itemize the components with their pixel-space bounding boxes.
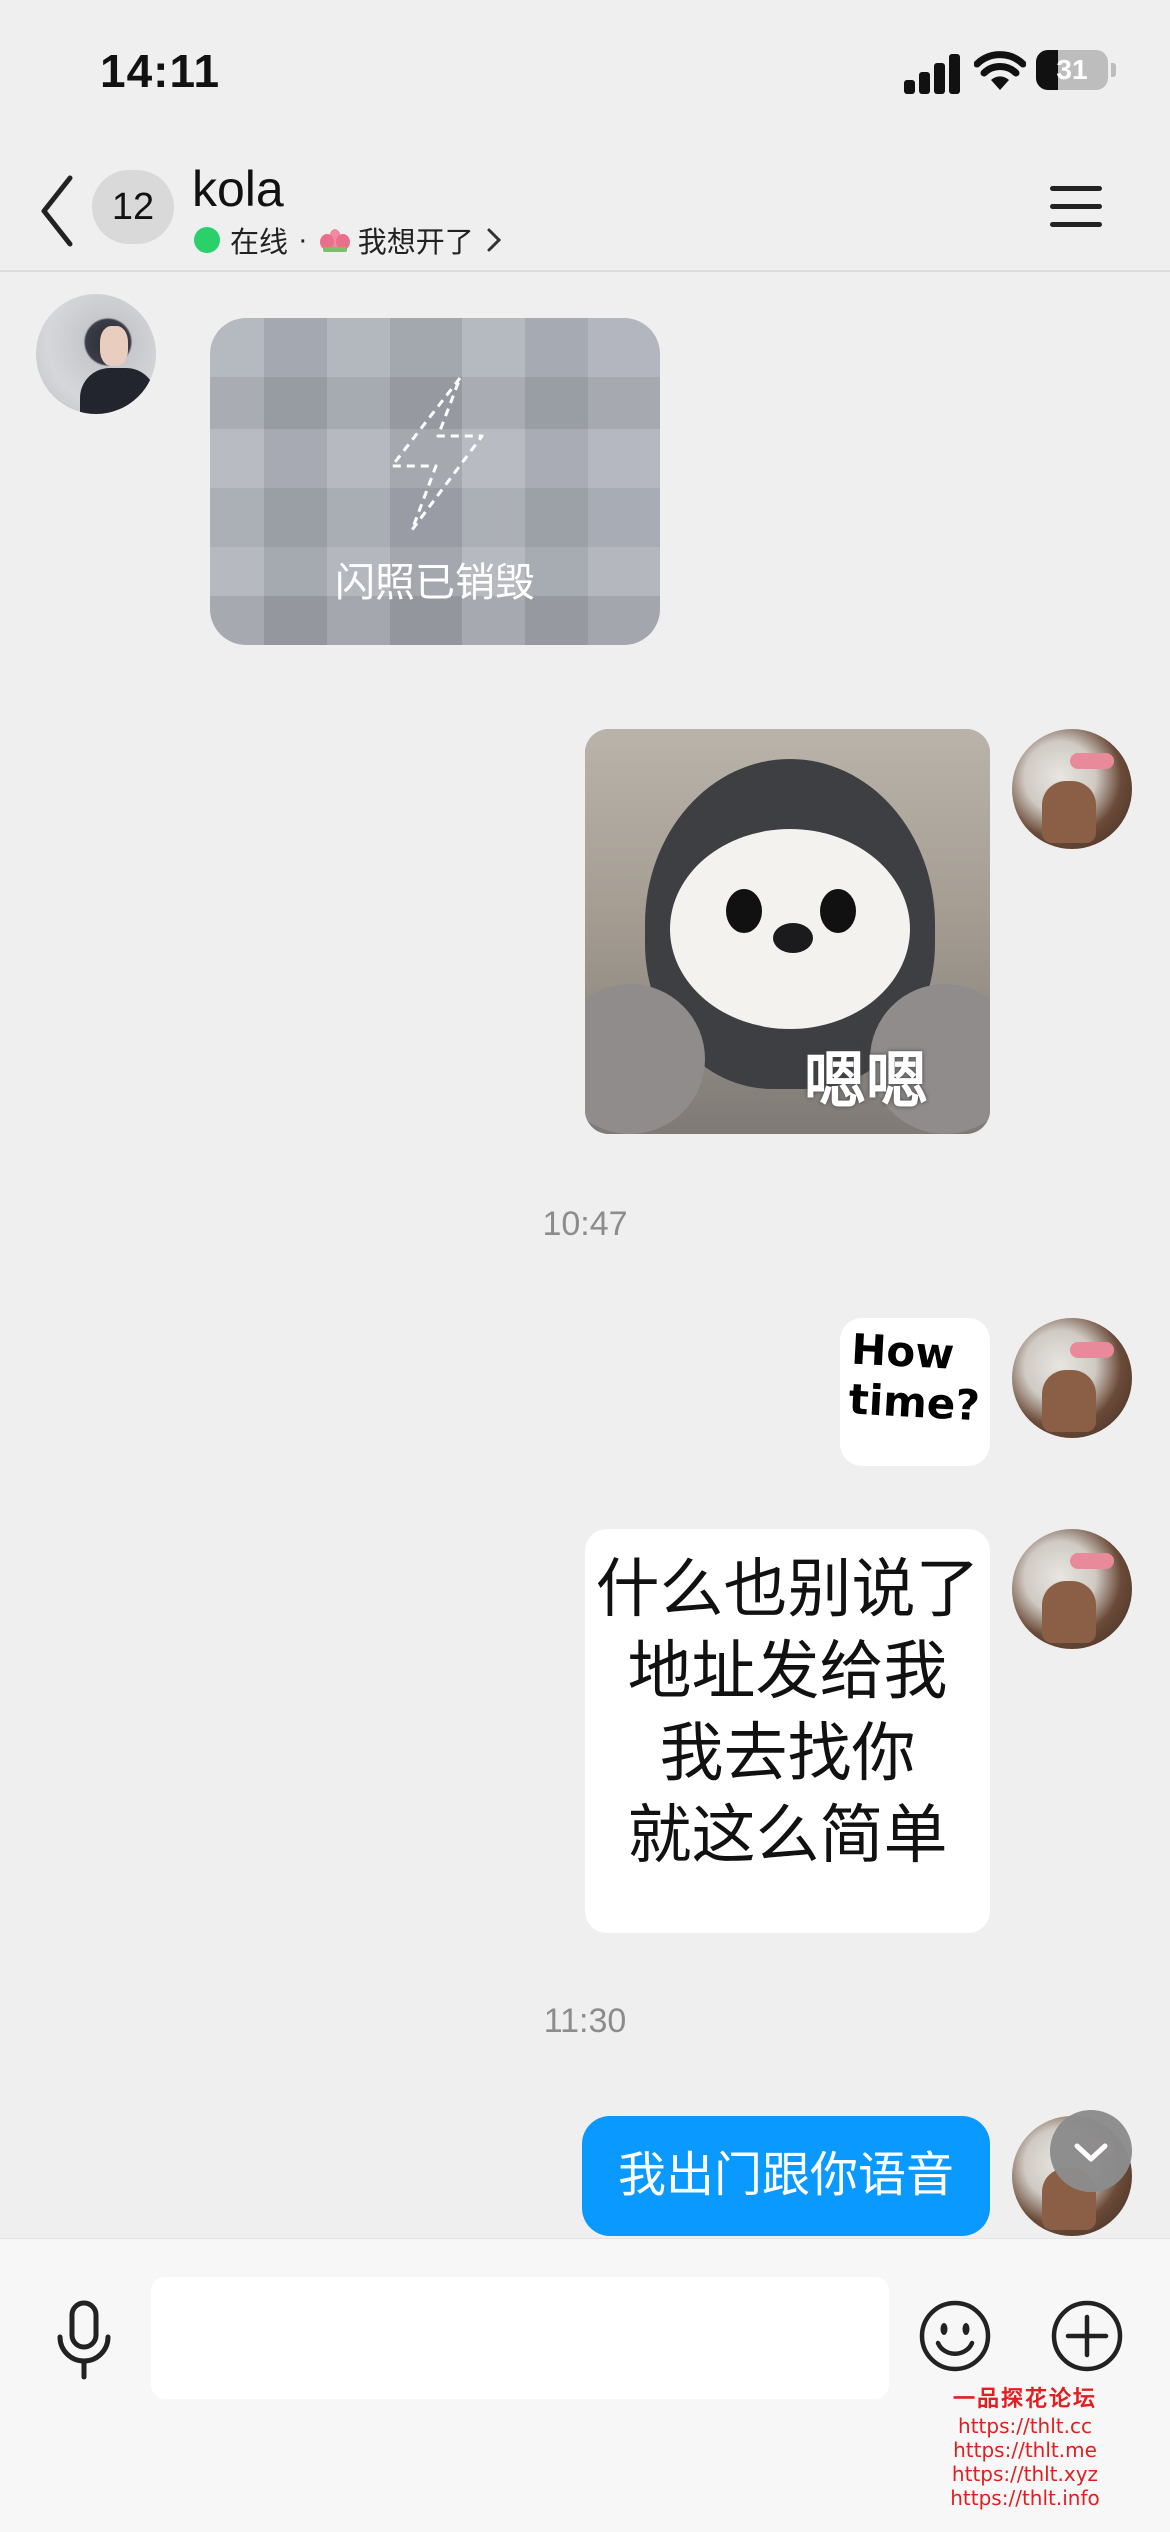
- battery-icon: 31: [1036, 50, 1116, 90]
- chevron-left-icon[interactable]: [36, 168, 88, 254]
- flash-photo-message[interactable]: 闪照已销毁: [210, 318, 660, 645]
- text-message-bubble[interactable]: 我出门跟你语音: [582, 2116, 990, 2236]
- contact-avatar[interactable]: [36, 294, 156, 414]
- penguin-sticker-message[interactable]: 嗯嗯: [585, 729, 990, 1134]
- chevron-down-icon[interactable]: [1050, 2110, 1132, 2192]
- contact-name[interactable]: kola: [192, 160, 284, 218]
- smiley-icon[interactable]: [918, 2299, 992, 2373]
- message-timestamp: 10:47: [542, 1205, 628, 1243]
- cellular-signal-icon: [904, 54, 960, 94]
- sticker-text-line: 什么也别说了: [595, 1553, 980, 1627]
- flash-photo-label: 闪照已销毁: [335, 561, 535, 605]
- online-text: 在线: [230, 227, 289, 259]
- sticker-text-line: time?: [847, 1374, 982, 1431]
- lotus-icon: [319, 229, 350, 252]
- watermark-url: https://thlt.me: [953, 2438, 1097, 2462]
- watermark: 一品探花论坛 https://thlt.cc https://thlt.me h…: [940, 2384, 1110, 2510]
- status-time: 14:11: [100, 45, 221, 97]
- watermark-url: https://thlt.info: [950, 2486, 1100, 2510]
- sticker-caption: 嗯嗯: [803, 1047, 928, 1116]
- status-bar: 14:11 31: [0, 0, 1170, 150]
- microphone-icon[interactable]: [52, 2299, 116, 2383]
- watermark-title: 一品探花论坛: [952, 2386, 1097, 2412]
- my-avatar[interactable]: [1012, 1529, 1132, 1649]
- contact-status[interactable]: 在线 · 我想开了: [194, 220, 504, 260]
- status-separator: ·: [298, 223, 308, 256]
- plus-circle-icon[interactable]: [1050, 2299, 1124, 2373]
- chevron-right-icon: [487, 228, 501, 252]
- sticker-text-line: How: [850, 1324, 956, 1379]
- how-time-sticker-message[interactable]: How time?: [840, 1318, 990, 1466]
- online-indicator: [194, 227, 220, 253]
- wifi-icon: [974, 51, 1026, 90]
- battery-percent: 31: [1056, 54, 1088, 85]
- watermark-url: https://thlt.xyz: [951, 2462, 1099, 2486]
- lightning-icon: [390, 376, 484, 532]
- message-input[interactable]: [151, 2277, 889, 2399]
- sticker-text-line: 我去找你: [659, 1717, 916, 1791]
- chat-header: 12 kola 在线 · 我想开了: [0, 150, 1170, 272]
- text-sticker-message[interactable]: 什么也别说了 地址发给我 我去找你 就这么简单: [585, 1529, 990, 1933]
- sticker-text-line: 就这么简单: [627, 1799, 948, 1873]
- hamburger-icon: [1050, 186, 1102, 191]
- message-timestamp: 11:30: [543, 2002, 627, 2040]
- my-avatar[interactable]: [1012, 1318, 1132, 1438]
- watermark-url: https://thlt.cc: [958, 2414, 1092, 2438]
- status-text: 我想开了: [357, 227, 474, 259]
- unread-count-badge[interactable]: 12: [92, 170, 174, 244]
- sticker-text-line: 地址发给我: [627, 1635, 948, 1709]
- menu-button[interactable]: [1048, 182, 1104, 232]
- my-avatar[interactable]: [1012, 729, 1132, 849]
